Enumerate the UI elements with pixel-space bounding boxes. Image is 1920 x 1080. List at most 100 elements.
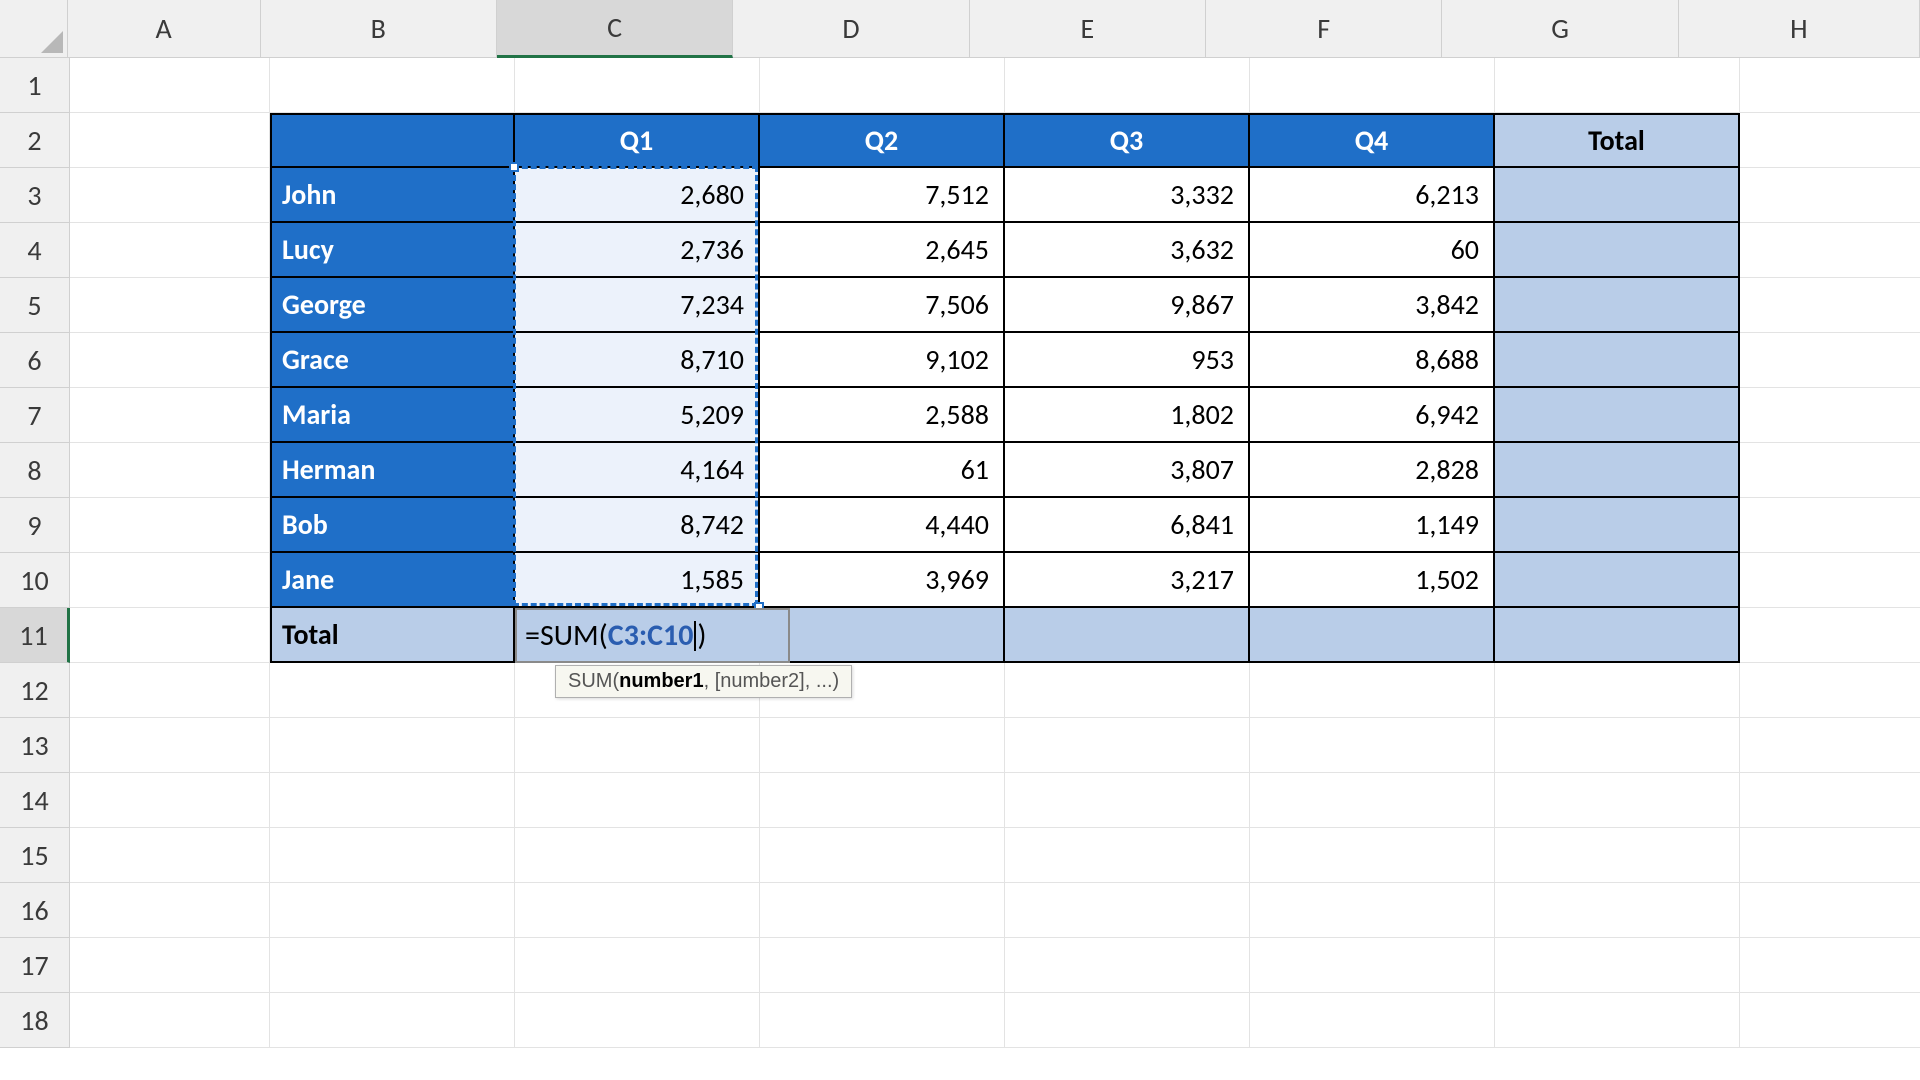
cell-G14[interactable] [1495, 773, 1740, 828]
cell-A3[interactable] [70, 168, 270, 223]
cell-C18[interactable] [515, 993, 760, 1048]
cell-H2[interactable] [1740, 113, 1920, 168]
cell-B15[interactable] [270, 828, 515, 883]
row-header-17[interactable]: 17 [0, 938, 70, 993]
row-header-2[interactable]: 2 [0, 113, 70, 168]
data-cell[interactable]: 6,213 [1250, 168, 1495, 223]
cell-A6[interactable] [70, 333, 270, 388]
row-header-11[interactable]: 11 [0, 608, 70, 663]
col-header-H[interactable]: H [1679, 0, 1920, 58]
data-cell[interactable]: 3,807 [1005, 443, 1250, 498]
table-header-Q4[interactable]: Q4 [1250, 113, 1495, 168]
cell-H18[interactable] [1740, 993, 1920, 1048]
cell-C14[interactable] [515, 773, 760, 828]
table-header-Q3[interactable]: Q3 [1005, 113, 1250, 168]
col-header-F[interactable]: F [1206, 0, 1442, 58]
cell-D17[interactable] [760, 938, 1005, 993]
cell-D1[interactable] [760, 58, 1005, 113]
data-cell[interactable]: 6,841 [1005, 498, 1250, 553]
cell-H1[interactable] [1740, 58, 1920, 113]
row-header-6[interactable]: 6 [0, 333, 70, 388]
cell-H12[interactable] [1740, 663, 1920, 718]
cell-E16[interactable] [1005, 883, 1250, 938]
row-name-Grace[interactable]: Grace [270, 333, 515, 388]
data-cell[interactable]: 8,742 [515, 498, 760, 553]
cell-F12[interactable] [1250, 663, 1495, 718]
cell-D13[interactable] [760, 718, 1005, 773]
cell-A8[interactable] [70, 443, 270, 498]
row-header-14[interactable]: 14 [0, 773, 70, 828]
total-row-cell[interactable] [1005, 608, 1250, 663]
data-cell[interactable]: 2,645 [760, 223, 1005, 278]
data-cell[interactable]: 4,164 [515, 443, 760, 498]
cell-D14[interactable] [760, 773, 1005, 828]
data-cell[interactable]: 5,209 [515, 388, 760, 443]
table-header-Q2[interactable]: Q2 [760, 113, 1005, 168]
cell-E18[interactable] [1005, 993, 1250, 1048]
row-header-15[interactable]: 15 [0, 828, 70, 883]
cell-F13[interactable] [1250, 718, 1495, 773]
cell-A13[interactable] [70, 718, 270, 773]
row-name-Lucy[interactable]: Lucy [270, 223, 515, 278]
cell-F15[interactable] [1250, 828, 1495, 883]
cell-G17[interactable] [1495, 938, 1740, 993]
cell-B12[interactable] [270, 663, 515, 718]
data-cell[interactable]: 1,149 [1250, 498, 1495, 553]
data-cell[interactable]: 6,942 [1250, 388, 1495, 443]
row-name-John[interactable]: John [270, 168, 515, 223]
cell-A15[interactable] [70, 828, 270, 883]
row-total-cell[interactable] [1495, 168, 1740, 223]
select-all-corner[interactable] [0, 0, 68, 58]
cell-A10[interactable] [70, 553, 270, 608]
row-header-7[interactable]: 7 [0, 388, 70, 443]
data-cell[interactable]: 8,710 [515, 333, 760, 388]
row-total-cell[interactable] [1495, 498, 1740, 553]
cell-G1[interactable] [1495, 58, 1740, 113]
cell-B18[interactable] [270, 993, 515, 1048]
data-cell[interactable]: 1,502 [1250, 553, 1495, 608]
cell-A5[interactable] [70, 278, 270, 333]
data-cell[interactable]: 7,506 [760, 278, 1005, 333]
cell-A4[interactable] [70, 223, 270, 278]
total-row-cell[interactable] [1250, 608, 1495, 663]
data-cell[interactable]: 60 [1250, 223, 1495, 278]
row-header-9[interactable]: 9 [0, 498, 70, 553]
cell-A17[interactable] [70, 938, 270, 993]
table-header-blank[interactable] [270, 113, 515, 168]
col-header-A[interactable]: A [68, 0, 261, 58]
cell-A14[interactable] [70, 773, 270, 828]
cell-B1[interactable] [270, 58, 515, 113]
cell-E14[interactable] [1005, 773, 1250, 828]
row-header-13[interactable]: 13 [0, 718, 70, 773]
cell-B16[interactable] [270, 883, 515, 938]
cell-B14[interactable] [270, 773, 515, 828]
cell-H15[interactable] [1740, 828, 1920, 883]
data-cell[interactable]: 953 [1005, 333, 1250, 388]
cell-C17[interactable] [515, 938, 760, 993]
cell-G12[interactable] [1495, 663, 1740, 718]
cell-H9[interactable] [1740, 498, 1920, 553]
row-name-Maria[interactable]: Maria [270, 388, 515, 443]
row-name-George[interactable]: George [270, 278, 515, 333]
cell-B13[interactable] [270, 718, 515, 773]
row-name-Jane[interactable]: Jane [270, 553, 515, 608]
row-total-cell[interactable] [1495, 223, 1740, 278]
row-header-5[interactable]: 5 [0, 278, 70, 333]
cell-A1[interactable] [70, 58, 270, 113]
cell-A12[interactable] [70, 663, 270, 718]
cell-H11[interactable] [1740, 608, 1920, 663]
col-header-D[interactable]: D [733, 0, 969, 58]
row-name-Herman[interactable]: Herman [270, 443, 515, 498]
row-name-Bob[interactable]: Bob [270, 498, 515, 553]
data-cell[interactable]: 9,102 [760, 333, 1005, 388]
cell-D18[interactable] [760, 993, 1005, 1048]
row-total-cell[interactable] [1495, 553, 1740, 608]
row-header-10[interactable]: 10 [0, 553, 70, 608]
data-cell[interactable]: 61 [760, 443, 1005, 498]
row-total-cell[interactable] [1495, 388, 1740, 443]
data-cell[interactable]: 3,969 [760, 553, 1005, 608]
row-header-16[interactable]: 16 [0, 883, 70, 938]
row-header-12[interactable]: 12 [0, 663, 70, 718]
data-cell[interactable]: 9,867 [1005, 278, 1250, 333]
row-header-1[interactable]: 1 [0, 58, 70, 113]
